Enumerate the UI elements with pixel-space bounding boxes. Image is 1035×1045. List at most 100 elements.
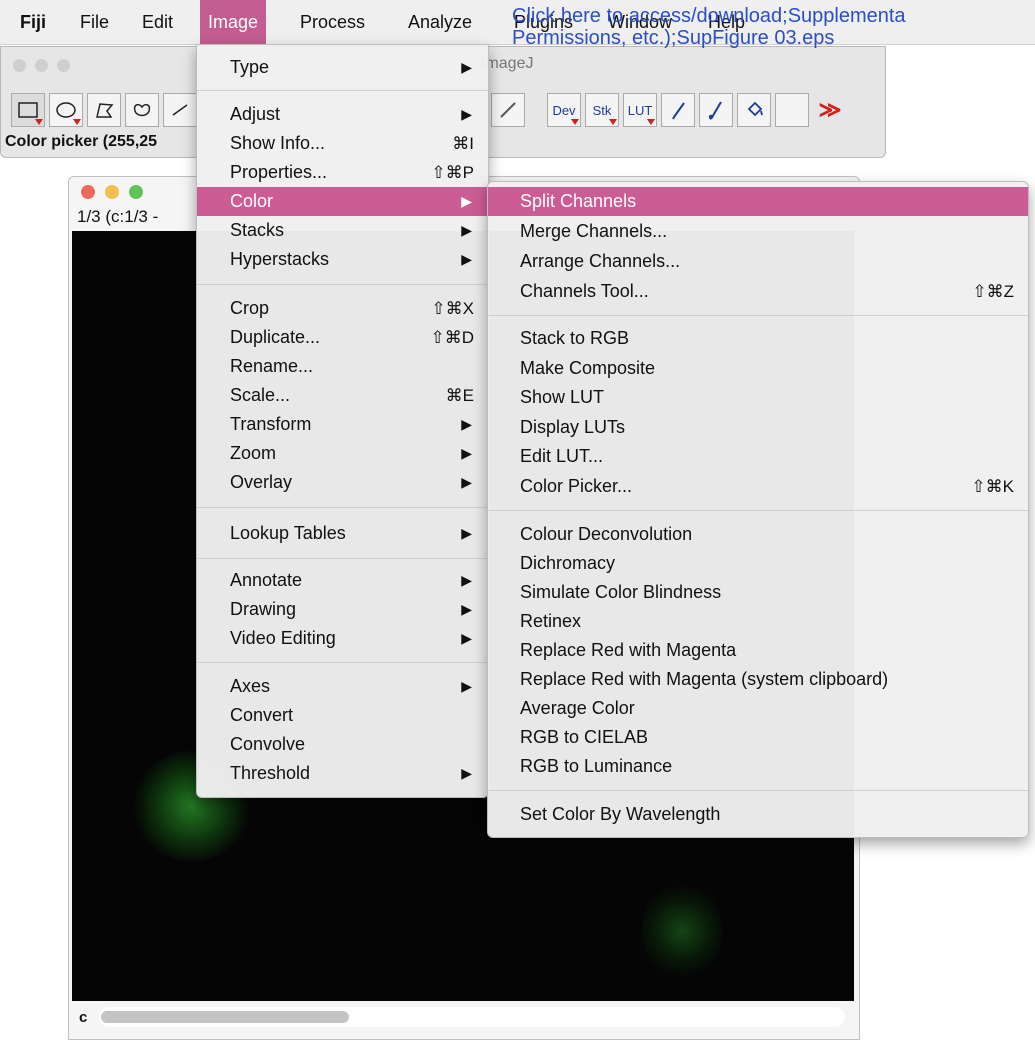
oval-icon <box>56 102 76 118</box>
menu-item-drawing[interactable]: Drawing ▶ <box>197 595 488 624</box>
menu-item-merge-channels[interactable]: Merge Channels... <box>488 217 1028 246</box>
image-close-button[interactable] <box>81 185 95 199</box>
menu-item-replace-red-with-magenta[interactable]: Replace Red with Magenta <box>488 636 1028 665</box>
minimize-window-button[interactable] <box>35 59 48 72</box>
zoom-window-button[interactable] <box>57 59 70 72</box>
submenu-arrow-icon: ▶ <box>461 601 472 617</box>
menu-item-rgb-to-luminance[interactable]: RGB to Luminance <box>488 752 1028 781</box>
menu-edit[interactable]: Edit <box>134 0 181 44</box>
more-tools-button[interactable]: ≫ <box>813 93 847 127</box>
freehand-icon <box>133 103 151 117</box>
menu-item-annotate[interactable]: Annotate ▶ <box>197 566 488 595</box>
channel-scrollbar-thumb[interactable] <box>101 1011 349 1023</box>
menu-item-edit-lut[interactable]: Edit LUT... <box>488 442 1028 471</box>
menu-item-transform[interactable]: Transform ▶ <box>197 410 488 439</box>
stk-tool[interactable]: Stk <box>585 93 619 127</box>
menu-item-replace-red-with-magenta-clipboard[interactable]: Replace Red with Magenta (system clipboa… <box>488 665 1028 694</box>
menu-item-display-luts[interactable]: Display LUTs <box>488 413 1028 442</box>
menu-item-dichromacy[interactable]: Dichromacy <box>488 549 1028 578</box>
empty-tool-slot[interactable] <box>775 93 809 127</box>
double-chevron-right-icon: ≫ <box>818 97 842 122</box>
menu-item-stacks[interactable]: Stacks ▶ <box>197 216 488 245</box>
dev-tool[interactable]: Dev <box>547 93 581 127</box>
menu-item-overlay[interactable]: Overlay ▶ <box>197 468 488 497</box>
menu-file[interactable]: File <box>72 0 117 44</box>
brush-icon <box>708 101 722 120</box>
watermark-line-1: Click here to access/download;Supplement… <box>512 5 906 27</box>
menu-item-average-color[interactable]: Average Color <box>488 694 1028 723</box>
rectangle-icon <box>18 102 38 118</box>
menu-process[interactable]: Process <box>292 0 373 44</box>
submenu-arrow-icon: ▶ <box>461 445 472 461</box>
dev-label: Dev <box>552 102 576 118</box>
watermark-line-2: Permissions, etc.);SupFigure 03.eps <box>512 27 835 49</box>
menu-item-properties[interactable]: Properties... ⇧⌘P <box>197 158 488 187</box>
menu-item-color[interactable]: Color ▶ <box>197 187 488 216</box>
submenu-arrow-icon: ▶ <box>461 630 472 646</box>
close-window-button[interactable] <box>13 59 26 72</box>
menu-item-channels-tool[interactable]: Channels Tool... ⇧⌘Z <box>488 277 1028 306</box>
polygon-tool[interactable] <box>87 93 121 127</box>
menu-item-scale[interactable]: Scale... ⌘E <box>197 381 488 410</box>
menu-item-axes[interactable]: Axes ▶ <box>197 672 488 701</box>
submenu-arrow-icon: ▶ <box>461 251 472 267</box>
submenu-arrow-icon: ▶ <box>461 678 472 694</box>
rectangle-tool[interactable] <box>11 93 45 127</box>
line-icon <box>172 104 188 116</box>
pencil-tool[interactable] <box>661 93 695 127</box>
menu-item-convert[interactable]: Convert <box>197 701 488 730</box>
submenu-arrow-icon: ▶ <box>461 765 472 781</box>
fluorescent-cell-2 <box>642 881 722 981</box>
menu-item-colour-deconvolution[interactable]: Colour Deconvolution <box>488 520 1028 549</box>
menu-item-set-color-by-wavelength[interactable]: Set Color By Wavelength <box>488 800 1028 829</box>
menu-fiji[interactable]: Fiji <box>12 0 54 44</box>
pencil-icon <box>672 102 685 120</box>
menu-item-adjust[interactable]: Adjust ▶ <box>197 100 488 129</box>
submenu-arrow-icon: ▶ <box>461 222 472 238</box>
menu-item-video-editing[interactable]: Video Editing ▶ <box>197 624 488 653</box>
image-menu-dropdown: Type ▶ Adjust ▶ Show Info... ⌘I Properties.… <box>196 44 489 798</box>
image-subtitle: 1/3 (c:1/3 - <box>77 207 159 226</box>
lut-label: LUT <box>627 102 653 118</box>
submenu-arrow-icon: ▶ <box>461 572 472 588</box>
menu-item-make-composite[interactable]: Make Composite <box>488 354 1028 383</box>
polygon-icon <box>96 103 114 118</box>
lut-tool[interactable]: LUT <box>623 93 657 127</box>
menu-item-zoom[interactable]: Zoom ▶ <box>197 439 488 468</box>
menu-item-duplicate[interactable]: Duplicate... ⇧⌘D <box>197 323 488 352</box>
menu-item-show-lut[interactable]: Show LUT <box>488 383 1028 412</box>
color-picker-tool[interactable] <box>491 93 525 127</box>
image-minimize-button[interactable] <box>105 185 119 199</box>
menu-item-show-info[interactable]: Show Info... ⌘I <box>197 129 488 158</box>
menu-image[interactable]: Image <box>200 0 267 44</box>
menu-item-threshold[interactable]: Threshold ▶ <box>197 759 488 788</box>
paint-bucket-icon <box>747 101 763 117</box>
menu-item-split-channels[interactable]: Split Channels <box>488 187 1028 216</box>
menu-item-retinex[interactable]: Retinex <box>488 607 1028 636</box>
menu-item-crop[interactable]: Crop ⇧⌘X <box>197 294 488 323</box>
brush-tool[interactable] <box>699 93 733 127</box>
menu-item-rename[interactable]: Rename... <box>197 352 488 381</box>
menu-item-color-picker[interactable]: Color Picker... ⇧⌘K <box>488 472 1028 501</box>
image-zoom-button[interactable] <box>129 185 143 199</box>
menu-item-arrange-channels[interactable]: Arrange Channels... <box>488 247 1028 276</box>
menu-item-hyperstacks[interactable]: Hyperstacks ▶ <box>197 245 488 274</box>
flood-fill-tool[interactable] <box>737 93 771 127</box>
channel-slider-label: c <box>79 1009 88 1026</box>
oval-tool[interactable] <box>49 93 83 127</box>
stk-label: Stk <box>592 102 612 118</box>
menu-item-rgb-to-cielab[interactable]: RGB to CIELAB <box>488 723 1028 752</box>
download-link-watermark[interactable]: Click here to access/download;Supplement… <box>512 5 1032 49</box>
channel-scrollbar[interactable] <box>99 1007 845 1027</box>
color-submenu: Split Channels Merge Channels... Arrange… <box>487 181 1029 838</box>
menu-item-convolve[interactable]: Convolve <box>197 730 488 759</box>
eyedropper-icon <box>500 102 516 118</box>
menu-item-stack-to-rgb[interactable]: Stack to RGB <box>488 324 1028 353</box>
submenu-arrow-icon: ▶ <box>461 474 472 490</box>
menu-item-type[interactable]: Type ▶ <box>197 53 488 82</box>
menu-item-simulate-color-blindness[interactable]: Simulate Color Blindness <box>488 578 1028 607</box>
menu-analyze[interactable]: Analyze <box>400 0 480 44</box>
freehand-tool[interactable] <box>125 93 159 127</box>
straight-line-tool[interactable] <box>163 93 197 127</box>
menu-item-lookup-tables[interactable]: Lookup Tables ▶ <box>197 519 488 548</box>
